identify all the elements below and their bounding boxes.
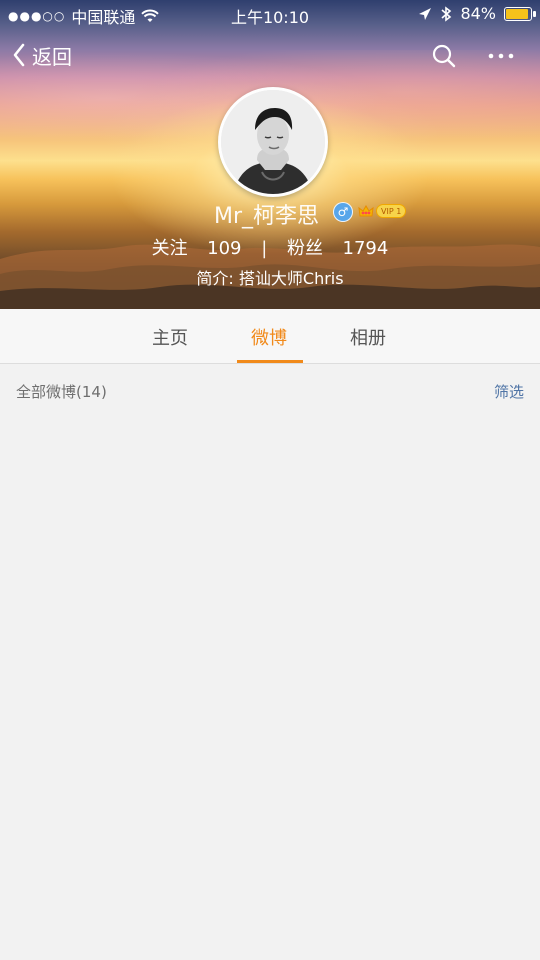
weibo-count-label: 全部微博(14) <box>16 383 107 401</box>
male-gender-icon: ♂ <box>333 202 353 222</box>
avatar-portrait <box>221 90 325 194</box>
tab-weibo[interactable]: 微博 <box>251 324 287 350</box>
profile-name: Mr_柯李思 <box>214 204 320 229</box>
filter-button[interactable]: 筛选 <box>494 381 524 402</box>
stats-divider: | <box>261 238 268 259</box>
active-tab-indicator <box>237 360 303 363</box>
battery-percent: 84% <box>460 4 496 23</box>
search-icon <box>432 44 456 68</box>
fans-label[interactable]: 粉丝 <box>287 238 323 259</box>
bluetooth-icon <box>441 5 452 22</box>
profile-name-row: Mr_柯李思 ♂ VIP 1 <box>0 198 540 229</box>
profile-cover: ●●●○○ 中国联通 上午10:10 84% 返回 Mr_柯李思 ♂ VIP 1… <box>0 0 540 309</box>
tab-home[interactable]: 主页 <box>152 324 188 350</box>
follow-label[interactable]: 关注 <box>152 238 188 259</box>
fans-count[interactable]: 1794 <box>343 238 389 259</box>
weibo-filter-bar: 全部微博(14) 筛选 <box>0 365 540 411</box>
follow-count[interactable]: 109 <box>207 238 241 259</box>
battery-cap <box>533 10 536 17</box>
battery-fill <box>506 8 528 19</box>
battery-icon <box>504 6 536 21</box>
search-button[interactable] <box>430 42 458 70</box>
vip-badge[interactable]: VIP 1 <box>358 204 407 218</box>
vip-level-label: VIP 1 <box>376 204 407 218</box>
back-button[interactable]: 返回 <box>12 38 72 72</box>
nav-bar: 返回 <box>0 38 540 72</box>
back-label: 返回 <box>32 44 72 69</box>
more-icon <box>488 53 514 59</box>
crown-icon <box>358 205 374 217</box>
tab-albums[interactable]: 相册 <box>350 324 386 350</box>
status-right: 84% <box>418 4 536 23</box>
chevron-left-icon <box>13 43 25 67</box>
profile-intro: 简介: 搭讪大师Chris <box>196 269 344 288</box>
avatar[interactable] <box>218 87 328 197</box>
status-bar: ●●●○○ 中国联通 上午10:10 84% <box>0 0 540 28</box>
location-arrow-icon <box>419 7 432 20</box>
profile-tab-bar: 主页 微博 相册 <box>0 309 540 364</box>
profile-stats: 关注 109 | 粉丝 1794 <box>0 234 540 260</box>
more-button[interactable] <box>485 42 517 70</box>
